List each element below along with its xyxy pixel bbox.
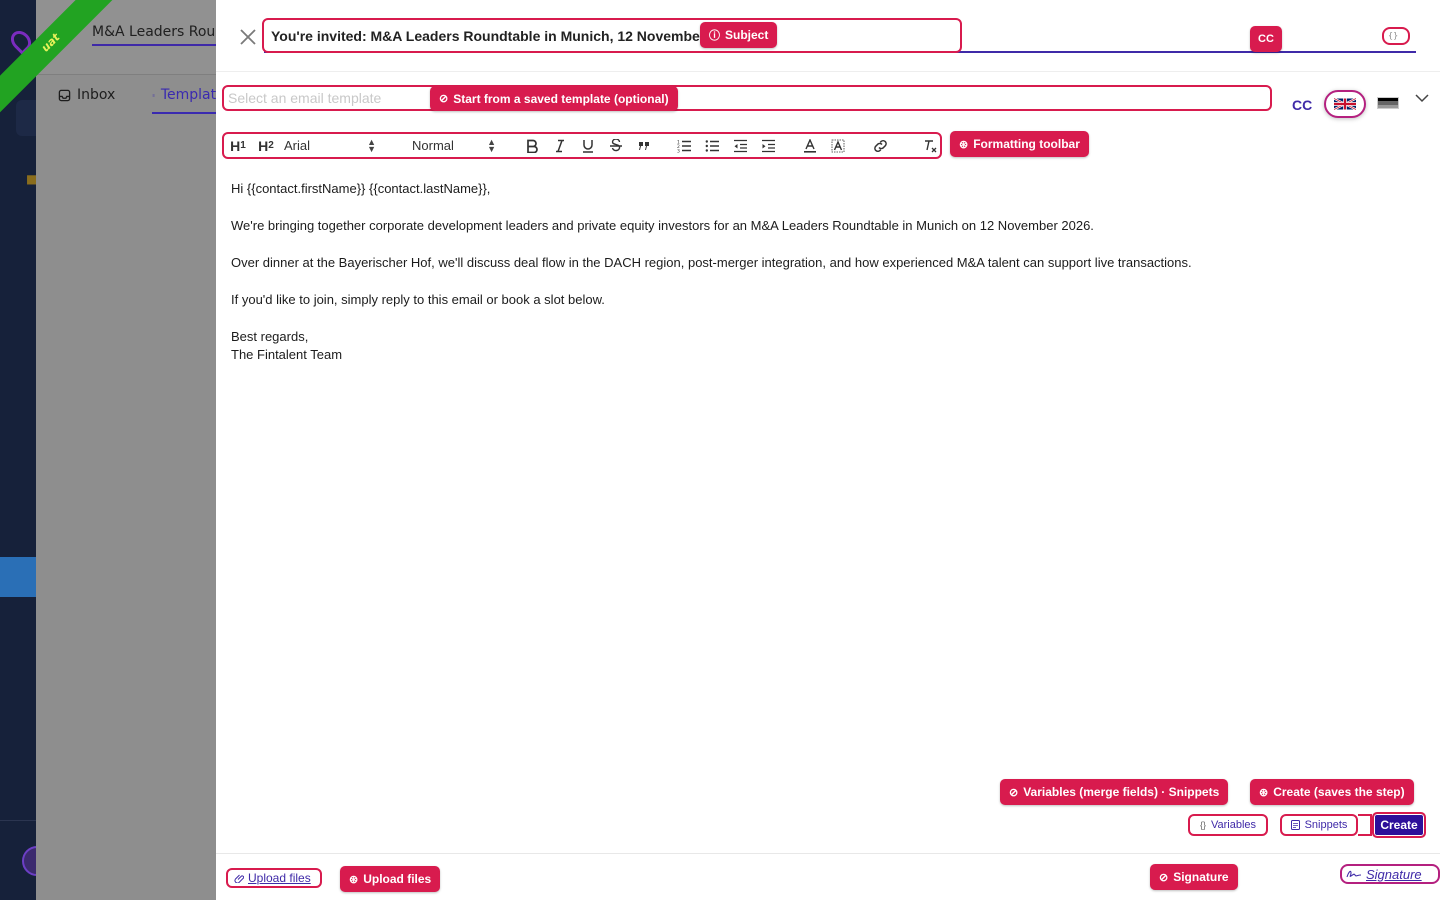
signature-icon xyxy=(1346,870,1362,878)
footer-divider xyxy=(216,853,1440,854)
template-hint-label: Start from a saved template (optional) xyxy=(453,91,669,106)
text-color-icon[interactable] xyxy=(796,135,824,157)
bold-icon[interactable] xyxy=(518,135,546,157)
font-size-value: Normal xyxy=(412,138,454,153)
sidebar-divider xyxy=(0,820,36,821)
braces-icon: {} xyxy=(1199,820,1206,830)
font-size-select[interactable]: Normal ▲ ▼ xyxy=(396,135,500,157)
outdent-icon[interactable] xyxy=(726,135,754,157)
body-signoff: The Fintalent Team xyxy=(231,347,343,362)
indent-icon[interactable] xyxy=(754,135,782,157)
sidebar-active-item xyxy=(0,557,36,597)
upload-files-link[interactable]: Upload files xyxy=(226,868,322,888)
italic-icon[interactable] xyxy=(546,135,574,157)
upload-hint-icon: ⊛ xyxy=(349,873,359,886)
h2-sub: 2 xyxy=(268,140,274,151)
create-hint-label: Create (saves the step) xyxy=(1273,785,1405,799)
strikethrough-icon[interactable] xyxy=(602,135,630,157)
create-button[interactable]: Create xyxy=(1372,812,1426,838)
subject-hint-label: Subject xyxy=(725,28,769,42)
inbox-icon xyxy=(58,89,71,101)
toolbar-hint-badge: ⊛ Formatting toolbar xyxy=(950,131,1089,157)
template-select[interactable] xyxy=(222,85,1272,111)
link-icon[interactable] xyxy=(866,135,894,157)
paperclip-icon xyxy=(234,874,244,883)
heading1-button[interactable]: H1 xyxy=(224,135,252,157)
variables-hint-badge: ⊘ Variables (merge fields) · Snippets xyxy=(1000,779,1229,805)
blockquote-icon[interactable] xyxy=(630,135,658,157)
list-icon xyxy=(152,94,155,96)
compass-icon: ⊘ xyxy=(439,93,449,105)
tab-inbox-label: Inbox xyxy=(77,87,116,103)
h1-sub: 1 xyxy=(240,140,246,151)
close-icon[interactable] xyxy=(238,28,258,48)
body-closing: Best regards, xyxy=(231,329,309,344)
email-body-editor[interactable]: Hi {{contact.firstName}} {{contact.lastN… xyxy=(231,180,1411,364)
uk-flag-icon xyxy=(1334,97,1356,111)
formatting-toolbar: H1 H2 Arial ▲ ▼ Normal ▲ ▼ 123 xyxy=(222,132,942,159)
body-paragraph-2: Over dinner at the Bayerischer Hof, we'l… xyxy=(231,255,1192,270)
h2-label: H xyxy=(258,137,269,154)
create-hint-icon: ⊛ xyxy=(1259,786,1269,799)
variable-toggle[interactable]: {} xyxy=(1382,27,1410,45)
header-divider xyxy=(216,71,1440,72)
background-color-icon[interactable] xyxy=(824,135,852,157)
palette-icon: ⊛ xyxy=(959,138,969,151)
document-icon xyxy=(1290,820,1300,830)
signature-hint-icon: ⊘ xyxy=(1159,871,1169,884)
cc-hint-badge: CC xyxy=(1250,26,1282,52)
variables-button-label: Variables xyxy=(1210,819,1257,831)
variables-hint-label: Variables (merge fields) · Snippets xyxy=(1023,785,1220,799)
template-hint-badge: ⊘ Start from a saved template (optional) xyxy=(430,86,678,111)
actions-group-edge xyxy=(1358,814,1372,836)
chevron-down-icon[interactable] xyxy=(1414,90,1430,106)
snippets-button-label: Snippets xyxy=(1304,819,1348,831)
bullet-list-icon[interactable] xyxy=(698,135,726,157)
body-paragraph-3: If you'd like to join, simply reply to t… xyxy=(231,292,605,307)
app-sidebar: ■ xyxy=(0,0,52,900)
ordered-list-icon[interactable]: 123 xyxy=(670,135,698,157)
cc-toggle[interactable]: CC xyxy=(1292,97,1312,113)
variables-button[interactable]: {} Variables xyxy=(1188,814,1268,836)
create-hint-badge: ⊛ Create (saves the step) xyxy=(1250,779,1414,805)
signature-button-label: Signature xyxy=(1366,866,1422,882)
select-arrows-icon: ▲ ▼ xyxy=(487,136,496,154)
info-icon: ⓘ xyxy=(709,30,720,42)
svg-text:3: 3 xyxy=(677,148,680,153)
signature-hint-label: Signature xyxy=(1173,870,1229,884)
font-family-value: Arial xyxy=(284,138,311,153)
select-arrows-icon: ▲ ▼ xyxy=(367,136,376,154)
subject-input[interactable] xyxy=(271,27,701,44)
signature-hint-badge: ⊘ Signature xyxy=(1150,864,1238,890)
underline-icon[interactable] xyxy=(574,135,602,157)
language-de-flag-icon[interactable] xyxy=(1377,97,1399,109)
font-family-select[interactable]: Arial ▲ ▼ xyxy=(280,135,380,157)
body-greeting: Hi {{contact.firstName}} {{contact.lastN… xyxy=(231,181,491,196)
upload-hint-label: Upload files xyxy=(363,872,432,886)
upload-files-label: Upload files xyxy=(248,871,311,885)
body-paragraph-1: We're bringing together corporate develo… xyxy=(231,218,1094,233)
signature-button[interactable]: Signature xyxy=(1340,864,1440,884)
subject-hint-badge: ⓘ Subject xyxy=(700,22,778,48)
heading2-button[interactable]: H2 xyxy=(252,135,280,157)
tab-inbox: Inbox xyxy=(58,87,115,103)
variables-hint-icon: ⊘ xyxy=(1009,786,1019,799)
subject-field[interactable] xyxy=(262,18,962,53)
h1-label: H xyxy=(230,137,241,154)
email-composer-panel: ⓘ Subject CC {} ⊘ Start from a saved tem… xyxy=(216,0,1440,900)
campaign-title: M&A Leaders Roundtable xyxy=(92,24,222,46)
clear-formatting-icon[interactable] xyxy=(916,135,944,157)
snippets-button[interactable]: Snippets xyxy=(1280,814,1358,836)
upload-hint-badge: ⊛ Upload files xyxy=(340,866,441,892)
language-uk-button[interactable] xyxy=(1324,90,1366,118)
toolbar-hint-label: Formatting toolbar xyxy=(973,137,1080,151)
